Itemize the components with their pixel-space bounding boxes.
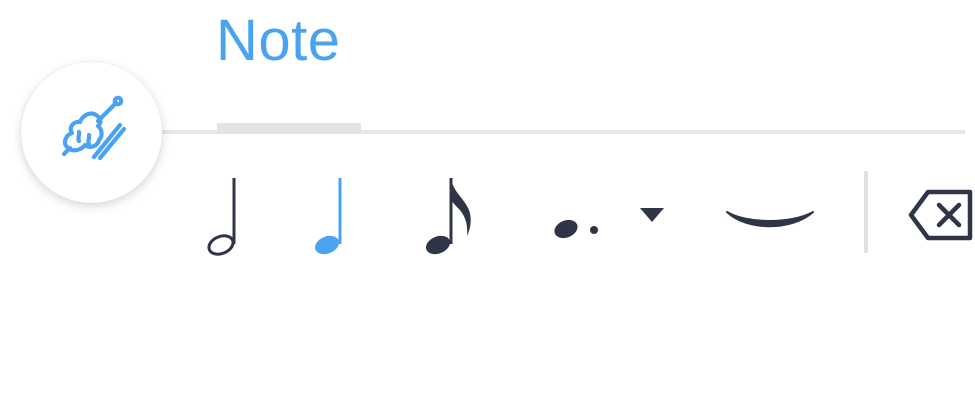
instrument-button[interactable]: [21, 62, 162, 203]
delete-button[interactable]: [906, 188, 975, 242]
dotted-note-icon: [554, 219, 598, 239]
toolbar-separator: [864, 171, 868, 253]
tab-active-indicator: [217, 123, 361, 134]
note-input-panel: Note: [0, 0, 975, 413]
eighth-note-icon: [425, 178, 471, 255]
eighth-note-button[interactable]: [420, 172, 480, 260]
half-note-icon: [207, 178, 236, 256]
violin-icon: [61, 95, 126, 160]
chevron-down-icon: [640, 208, 664, 222]
tie-button[interactable]: [722, 200, 818, 240]
dotted-note-button[interactable]: [548, 200, 608, 250]
tie-icon: [726, 211, 814, 228]
dotted-note-dropdown[interactable]: [638, 206, 666, 224]
quarter-note-button[interactable]: [306, 172, 350, 260]
half-note-button[interactable]: [198, 172, 242, 260]
tab-note[interactable]: Note: [216, 6, 341, 76]
backspace-icon: [908, 189, 973, 241]
quarter-note-icon: [314, 178, 342, 255]
